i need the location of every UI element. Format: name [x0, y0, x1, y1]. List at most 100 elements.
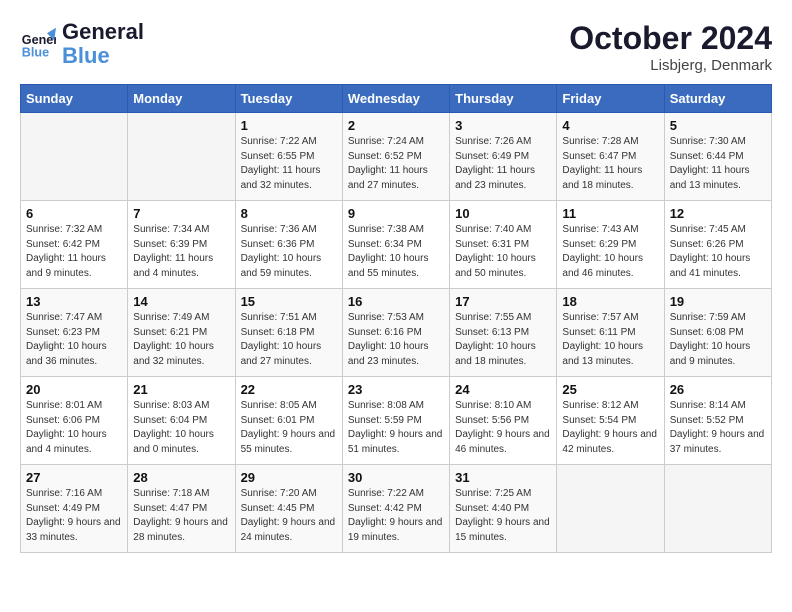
- logo-text: GeneralBlue: [62, 20, 144, 68]
- day-info: Sunrise: 8:08 AM Sunset: 5:59 PM Dayligh…: [348, 399, 444, 457]
- day-info: Sunrise: 7:59 AM Sunset: 6:08 PM Dayligh…: [670, 311, 766, 369]
- day-number: 17: [455, 294, 551, 309]
- calendar-week-row: 20Sunrise: 8:01 AM Sunset: 6:06 PM Dayli…: [21, 377, 772, 465]
- day-info: Sunrise: 8:12 AM Sunset: 5:54 PM Dayligh…: [562, 399, 658, 457]
- calendar-cell: 20Sunrise: 8:01 AM Sunset: 6:06 PM Dayli…: [21, 377, 128, 465]
- day-info: Sunrise: 8:14 AM Sunset: 5:52 PM Dayligh…: [670, 399, 766, 457]
- calendar-cell: 12 Sunrise: 7:45 AM Sunset: 6:26 PM Dayli…: [664, 201, 771, 289]
- calendar-cell: 26 Sunrise: 8:14 AM Sunset: 5:52 PM Dayli…: [664, 377, 771, 465]
- calendar-cell: 4 Sunrise: 7:28 AM Sunset: 6:47 PM Daylig…: [557, 113, 664, 201]
- day-number: 18: [562, 294, 658, 309]
- day-number: 26: [670, 382, 766, 397]
- day-info: Sunrise: 8:10 AM Sunset: 5:56 PM Dayligh…: [455, 399, 551, 457]
- logo-icon: General Blue: [20, 26, 56, 62]
- calendar-cell: 21 Sunrise: 8:03 AM Sunset: 6:04 PM Dayli…: [128, 377, 235, 465]
- day-number: 23: [348, 382, 444, 397]
- location-subtitle: Lisbjerg, Denmark: [569, 57, 772, 74]
- day-number: 21: [133, 382, 229, 397]
- calendar-cell: 8 Sunrise: 7:36 AM Sunset: 6:36 PM Daylig…: [235, 201, 342, 289]
- day-info: Sunrise: 7:57 AM Sunset: 6:11 PM Dayligh…: [562, 311, 658, 369]
- day-info: Sunrise: 7:24 AM Sunset: 6:52 PM Dayligh…: [348, 135, 444, 193]
- day-number: 14: [133, 294, 229, 309]
- day-number: 8: [241, 206, 337, 221]
- calendar-week-row: 13Sunrise: 7:47 AM Sunset: 6:23 PM Dayli…: [21, 289, 772, 377]
- day-number: 24: [455, 382, 551, 397]
- calendar-cell: 16 Sunrise: 7:53 AM Sunset: 6:16 PM Dayli…: [342, 289, 449, 377]
- calendar-cell: 2 Sunrise: 7:24 AM Sunset: 6:52 PM Daylig…: [342, 113, 449, 201]
- day-number: 4: [562, 118, 658, 133]
- day-info: Sunrise: 7:32 AM Sunset: 6:42 PM Dayligh…: [26, 223, 122, 281]
- calendar-cell: 30 Sunrise: 7:22 AM Sunset: 4:42 PM Dayli…: [342, 465, 449, 553]
- weekday-header-saturday: Saturday: [664, 85, 771, 113]
- day-info: Sunrise: 7:26 AM Sunset: 6:49 PM Dayligh…: [455, 135, 551, 193]
- calendar-week-row: 6 Sunrise: 7:32 AM Sunset: 6:42 PM Daylig…: [21, 201, 772, 289]
- day-number: 27: [26, 470, 122, 485]
- day-info: Sunrise: 7:53 AM Sunset: 6:16 PM Dayligh…: [348, 311, 444, 369]
- day-info: Sunrise: 7:28 AM Sunset: 6:47 PM Dayligh…: [562, 135, 658, 193]
- day-number: 28: [133, 470, 229, 485]
- calendar-table: SundayMondayTuesdayWednesdayThursdayFrid…: [20, 84, 772, 553]
- calendar-cell: 1 Sunrise: 7:22 AM Sunset: 6:55 PM Daylig…: [235, 113, 342, 201]
- day-number: 11: [562, 206, 658, 221]
- day-number: 19: [670, 294, 766, 309]
- day-info: Sunrise: 8:01 AM Sunset: 6:06 PM Dayligh…: [26, 399, 122, 457]
- calendar-cell: 14 Sunrise: 7:49 AM Sunset: 6:21 PM Dayli…: [128, 289, 235, 377]
- day-info: Sunrise: 7:45 AM Sunset: 6:26 PM Dayligh…: [670, 223, 766, 281]
- calendar-cell: 10Sunrise: 7:40 AM Sunset: 6:31 PM Dayli…: [450, 201, 557, 289]
- day-number: 2: [348, 118, 444, 133]
- month-title: October 2024: [569, 20, 772, 57]
- calendar-cell: 31 Sunrise: 7:25 AM Sunset: 4:40 PM Dayli…: [450, 465, 557, 553]
- calendar-cell: 13Sunrise: 7:47 AM Sunset: 6:23 PM Dayli…: [21, 289, 128, 377]
- weekday-header-sunday: Sunday: [21, 85, 128, 113]
- day-info: Sunrise: 7:51 AM Sunset: 6:18 PM Dayligh…: [241, 311, 337, 369]
- calendar-cell: 9Sunrise: 7:38 AM Sunset: 6:34 PM Daylig…: [342, 201, 449, 289]
- day-number: 13: [26, 294, 122, 309]
- day-number: 25: [562, 382, 658, 397]
- day-number: 10: [455, 206, 551, 221]
- day-number: 31: [455, 470, 551, 485]
- day-info: Sunrise: 8:03 AM Sunset: 6:04 PM Dayligh…: [133, 399, 229, 457]
- calendar-cell: [664, 465, 771, 553]
- calendar-cell: 11 Sunrise: 7:43 AM Sunset: 6:29 PM Dayli…: [557, 201, 664, 289]
- calendar-cell: 7Sunrise: 7:34 AM Sunset: 6:39 PM Daylig…: [128, 201, 235, 289]
- day-number: 3: [455, 118, 551, 133]
- day-number: 15: [241, 294, 337, 309]
- calendar-cell: 23 Sunrise: 8:08 AM Sunset: 5:59 PM Dayli…: [342, 377, 449, 465]
- calendar-header-row: SundayMondayTuesdayWednesdayThursdayFrid…: [21, 85, 772, 113]
- day-info: Sunrise: 7:43 AM Sunset: 6:29 PM Dayligh…: [562, 223, 658, 281]
- weekday-header-thursday: Thursday: [450, 85, 557, 113]
- calendar-week-row: 1 Sunrise: 7:22 AM Sunset: 6:55 PM Daylig…: [21, 113, 772, 201]
- weekday-header-wednesday: Wednesday: [342, 85, 449, 113]
- day-info: Sunrise: 7:25 AM Sunset: 4:40 PM Dayligh…: [455, 487, 551, 545]
- day-number: 6: [26, 206, 122, 221]
- calendar-cell: 15 Sunrise: 7:51 AM Sunset: 6:18 PM Dayli…: [235, 289, 342, 377]
- page-header: General Blue GeneralBlue October 2024 Li…: [20, 20, 772, 74]
- logo: General Blue GeneralBlue: [20, 20, 144, 68]
- day-info: Sunrise: 7:55 AM Sunset: 6:13 PM Dayligh…: [455, 311, 551, 369]
- day-number: 30: [348, 470, 444, 485]
- day-info: Sunrise: 7:49 AM Sunset: 6:21 PM Dayligh…: [133, 311, 229, 369]
- day-number: 22: [241, 382, 337, 397]
- calendar-cell: 17 Sunrise: 7:55 AM Sunset: 6:13 PM Dayli…: [450, 289, 557, 377]
- day-number: 7: [133, 206, 229, 221]
- day-info: Sunrise: 7:30 AM Sunset: 6:44 PM Dayligh…: [670, 135, 766, 193]
- calendar-week-row: 27 Sunrise: 7:16 AM Sunset: 4:49 PM Dayli…: [21, 465, 772, 553]
- day-info: Sunrise: 7:18 AM Sunset: 4:47 PM Dayligh…: [133, 487, 229, 545]
- calendar-cell: 6 Sunrise: 7:32 AM Sunset: 6:42 PM Daylig…: [21, 201, 128, 289]
- day-info: Sunrise: 7:20 AM Sunset: 4:45 PM Dayligh…: [241, 487, 337, 545]
- calendar-cell: 3 Sunrise: 7:26 AM Sunset: 6:49 PM Daylig…: [450, 113, 557, 201]
- day-info: Sunrise: 7:36 AM Sunset: 6:36 PM Dayligh…: [241, 223, 337, 281]
- calendar-cell: 19 Sunrise: 7:59 AM Sunset: 6:08 PM Dayli…: [664, 289, 771, 377]
- day-info: Sunrise: 7:22 AM Sunset: 4:42 PM Dayligh…: [348, 487, 444, 545]
- title-block: October 2024 Lisbjerg, Denmark: [569, 20, 772, 74]
- day-number: 16: [348, 294, 444, 309]
- day-info: Sunrise: 7:16 AM Sunset: 4:49 PM Dayligh…: [26, 487, 122, 545]
- day-info: Sunrise: 7:22 AM Sunset: 6:55 PM Dayligh…: [241, 135, 337, 193]
- day-number: 5: [670, 118, 766, 133]
- weekday-header-monday: Monday: [128, 85, 235, 113]
- day-number: 1: [241, 118, 337, 133]
- day-number: 12: [670, 206, 766, 221]
- weekday-header-tuesday: Tuesday: [235, 85, 342, 113]
- calendar-cell: 24 Sunrise: 8:10 AM Sunset: 5:56 PM Dayli…: [450, 377, 557, 465]
- calendar-cell: 28 Sunrise: 7:18 AM Sunset: 4:47 PM Dayli…: [128, 465, 235, 553]
